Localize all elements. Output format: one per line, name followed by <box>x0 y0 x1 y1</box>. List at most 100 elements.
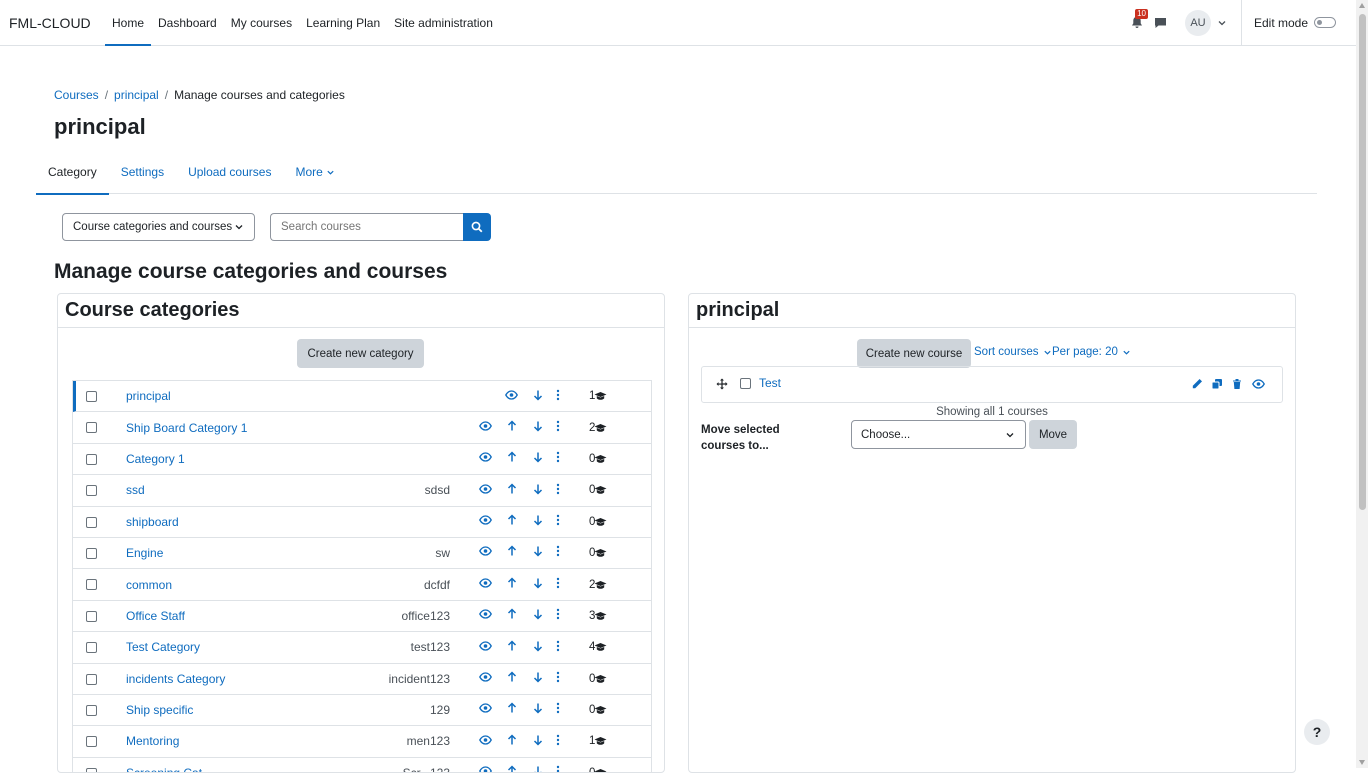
move-down-button[interactable] <box>531 452 545 466</box>
category-checkbox[interactable] <box>86 453 97 465</box>
hide-category-button[interactable] <box>478 640 492 654</box>
hide-category-button[interactable] <box>478 672 492 686</box>
category-actions-menu[interactable] <box>551 514 565 529</box>
notifications-button[interactable]: 10 <box>1125 8 1149 35</box>
hide-category-button[interactable] <box>478 546 492 560</box>
category-actions-menu[interactable] <box>551 546 565 560</box>
category-name-link[interactable]: Mentoring <box>126 734 179 748</box>
category-actions-menu[interactable] <box>551 734 565 748</box>
move-to-category-select[interactable]: Choose... <box>851 420 1026 449</box>
user-avatar[interactable]: AU <box>1184 9 1211 36</box>
per-page-dropdown[interactable]: Per page: 20 <box>1052 346 1131 358</box>
page-scrollbar[interactable] <box>1356 0 1368 768</box>
hide-category-button[interactable] <box>478 452 492 466</box>
hide-category-button[interactable] <box>478 766 492 772</box>
category-actions-menu[interactable] <box>551 609 565 623</box>
hide-category-button[interactable] <box>478 577 492 591</box>
breadcrumb-courses[interactable]: Courses <box>54 88 99 102</box>
move-button[interactable]: Move <box>1029 420 1077 449</box>
category-actions-menu[interactable] <box>551 671 565 686</box>
move-up-button[interactable] <box>505 608 519 623</box>
hide-category-button[interactable] <box>478 703 492 717</box>
category-name-link[interactable]: Ship Board Category 1 <box>126 421 247 435</box>
category-name-link[interactable]: Test Category <box>126 640 200 654</box>
edit-mode-switch[interactable]: Edit mode <box>1254 16 1336 30</box>
move-up-button[interactable] <box>505 577 519 591</box>
category-actions-menu[interactable] <box>551 577 565 591</box>
search-button[interactable] <box>463 213 491 241</box>
hide-category-button[interactable] <box>478 483 492 497</box>
move-down-button[interactable] <box>531 420 545 434</box>
category-checkbox[interactable] <box>86 610 97 622</box>
edit-course-button[interactable] <box>1190 377 1204 391</box>
category-name-link[interactable]: Category 1 <box>126 452 185 466</box>
move-icon[interactable] <box>716 378 728 390</box>
move-up-button[interactable] <box>505 765 519 772</box>
category-actions-menu[interactable] <box>551 420 565 434</box>
scrollbar-thumb[interactable] <box>1359 14 1366 510</box>
move-down-button[interactable] <box>531 734 545 748</box>
move-down-button[interactable] <box>531 577 545 591</box>
category-name-link[interactable]: Engine <box>126 546 163 560</box>
move-down-button[interactable] <box>531 546 545 560</box>
category-name-link[interactable]: common <box>126 578 172 592</box>
move-down-button[interactable] <box>531 389 545 403</box>
course-checkbox[interactable] <box>740 378 751 389</box>
sort-courses-dropdown[interactable]: Sort courses <box>974 346 1052 358</box>
breadcrumb-principal[interactable]: principal <box>114 88 159 102</box>
category-checkbox[interactable] <box>86 673 97 685</box>
category-name-link[interactable]: Ship specific <box>126 703 193 717</box>
category-actions-menu[interactable] <box>551 389 565 403</box>
category-name-link[interactable]: ssd <box>126 483 145 497</box>
move-down-button[interactable] <box>531 640 545 654</box>
create-new-category-button[interactable]: Create new category <box>297 339 424 368</box>
scroll-down-arrow-icon[interactable] <box>1359 760 1365 765</box>
move-down-button[interactable] <box>531 515 545 529</box>
category-checkbox[interactable] <box>86 642 97 654</box>
search-courses-input[interactable] <box>270 213 464 241</box>
site-brand[interactable]: FML-CLOUD <box>9 15 105 31</box>
category-name-link[interactable]: incidents Category <box>126 672 225 686</box>
category-checkbox[interactable] <box>86 704 97 716</box>
move-up-button[interactable] <box>505 671 519 686</box>
category-checkbox[interactable] <box>86 547 97 559</box>
category-actions-menu[interactable] <box>551 765 565 772</box>
move-up-button[interactable] <box>505 702 519 717</box>
tab-upload-courses[interactable]: Upload courses <box>176 150 283 194</box>
edit-mode-toggle[interactable] <box>1314 17 1336 28</box>
create-new-course-button[interactable]: Create new course <box>857 339 971 368</box>
category-checkbox[interactable] <box>86 485 97 497</box>
nav-my-courses[interactable]: My courses <box>224 0 299 46</box>
category-checkbox[interactable] <box>86 516 97 528</box>
hide-category-button[interactable] <box>478 420 492 434</box>
category-checkbox[interactable] <box>86 736 97 748</box>
hide-course-button[interactable] <box>1251 377 1265 391</box>
chevron-down-icon[interactable] <box>1217 18 1227 28</box>
messages-button[interactable] <box>1149 11 1173 35</box>
scroll-up-arrow-icon[interactable] <box>1359 3 1365 8</box>
category-name-link[interactable]: Office Staff <box>126 609 185 623</box>
hide-category-button[interactable] <box>478 515 492 529</box>
category-actions-menu[interactable] <box>551 703 565 717</box>
hide-category-button[interactable] <box>504 389 518 403</box>
move-down-button[interactable] <box>531 483 545 497</box>
move-up-button[interactable] <box>505 734 519 748</box>
category-actions-menu[interactable] <box>551 452 565 466</box>
category-checkbox[interactable] <box>86 579 97 591</box>
move-up-button[interactable] <box>505 514 519 529</box>
nav-dashboard[interactable]: Dashboard <box>151 0 224 46</box>
move-up-button[interactable] <box>505 451 519 466</box>
category-name-link[interactable]: Screening Cat... <box>126 766 212 772</box>
category-checkbox[interactable] <box>86 767 97 772</box>
nav-learning-plan[interactable]: Learning Plan <box>299 0 387 46</box>
move-up-button[interactable] <box>505 420 519 434</box>
copy-course-button[interactable] <box>1210 377 1224 391</box>
move-up-button[interactable] <box>505 640 519 654</box>
tab-more[interactable]: More <box>283 150 346 194</box>
tab-settings[interactable]: Settings <box>109 150 176 194</box>
delete-course-button[interactable] <box>1230 377 1244 391</box>
move-up-button[interactable] <box>505 545 519 560</box>
tab-category[interactable]: Category <box>36 150 109 195</box>
help-button[interactable]: ? <box>1304 719 1330 745</box>
category-actions-menu[interactable] <box>551 640 565 654</box>
